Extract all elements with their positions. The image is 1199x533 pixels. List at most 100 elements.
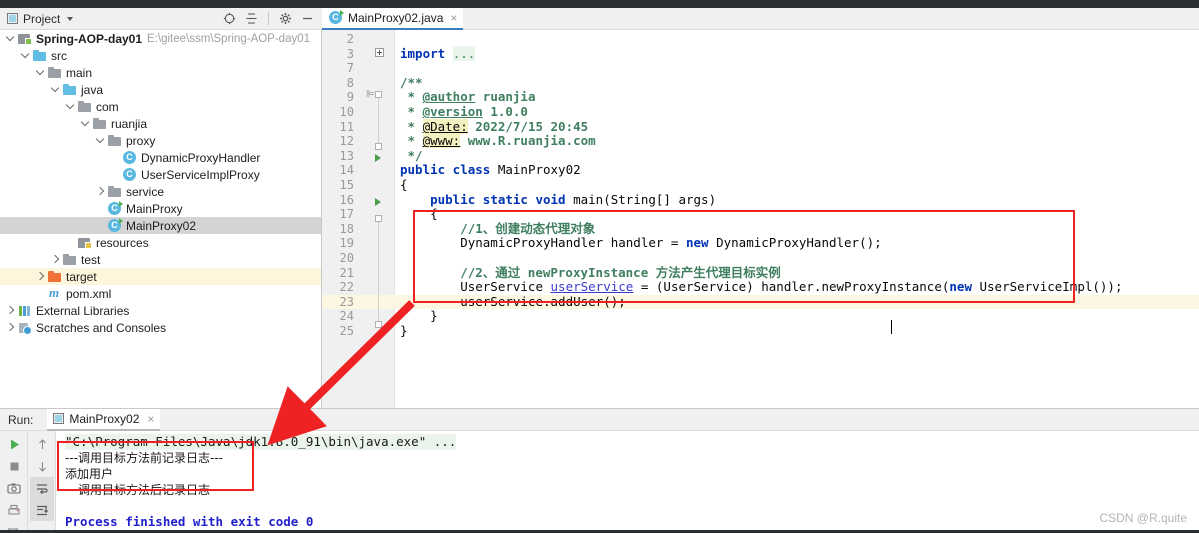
tree-node-target[interactable]: target (0, 268, 321, 285)
collapse-all-icon[interactable] (245, 12, 258, 25)
tree-node-src[interactable]: src (0, 47, 321, 64)
print-icon[interactable] (2, 499, 26, 521)
up-arrow-icon[interactable] (30, 433, 54, 455)
code-text[interactable]: //2、通过 newProxyInstance 方法产生代理目标实例 (400, 265, 781, 281)
code-text[interactable]: DynamicProxyHandler handler = new Dynami… (400, 236, 881, 251)
line-number: 7 (346, 61, 354, 76)
close-icon[interactable]: × (450, 12, 457, 24)
chevron-closed-icon[interactable] (51, 254, 62, 265)
hide-window-icon[interactable] (301, 12, 314, 25)
line-number: 12 (339, 134, 354, 149)
tree-node-dynamicproxyhandler[interactable]: DynamicProxyHandler (0, 149, 321, 166)
tree-node-service[interactable]: service (0, 183, 321, 200)
code-text[interactable]: import ... (400, 45, 476, 62)
libraries-icon (18, 304, 32, 318)
tree-node-java[interactable]: java (0, 81, 321, 98)
run-class-gutter-icon[interactable] (375, 154, 381, 162)
tree-node-spring-aop-day01[interactable]: Spring-AOP-day01 E:\gitee\ssm\Spring-AOP-… (0, 30, 321, 47)
code-token: userService (550, 279, 634, 295)
down-arrow-icon[interactable] (30, 455, 54, 477)
run-tab-mainproxy02[interactable]: MainProxy02 × (47, 408, 161, 431)
chevron-open-icon[interactable] (21, 50, 32, 61)
tree-node-pom-xml[interactable]: pom.xml (0, 285, 321, 302)
console-output[interactable]: "C:\Program Files\Java\jdk1.8.0_91\bin\j… (57, 431, 1199, 533)
scroll-to-end-icon[interactable] (30, 499, 54, 521)
run-method-gutter-icon[interactable] (375, 198, 381, 206)
locate-icon[interactable] (223, 12, 236, 25)
tree-node-label: ruanjia (111, 116, 148, 131)
chevron-closed-icon[interactable] (36, 271, 47, 282)
folder-gray-icon (63, 253, 77, 267)
chevron-open-icon[interactable] (51, 84, 62, 95)
code-token: public static void (430, 191, 574, 207)
tree-node-test[interactable]: test (0, 251, 321, 268)
code-text[interactable]: * @author ruanjia (400, 90, 536, 105)
line-number: 10 (339, 105, 354, 119)
rerun-icon[interactable] (2, 433, 26, 455)
code-text[interactable]: //1、创建动态代理对象 (400, 221, 595, 237)
tree-node-mainproxy02[interactable]: MainProxy02 (0, 217, 321, 234)
tree-node-resources[interactable]: resources (0, 234, 321, 251)
code-text[interactable]: userService.addUser(); (400, 294, 626, 310)
console-line: "C:\Program Files\Java\jdk1.8.0_91\bin\j… (65, 434, 457, 450)
chevron-closed-icon[interactable] (96, 186, 107, 197)
code-text[interactable]: public static void main(String[] args) (400, 191, 716, 208)
code-text[interactable]: public class MainProxy02 (400, 163, 581, 178)
chevron-open-icon[interactable] (81, 118, 92, 129)
code-editor[interactable]: 2 3 import ... 7 8 /** 9 * @author ruanjia 10 *… (322, 30, 1199, 408)
project-header-actions (223, 12, 322, 25)
code-text[interactable]: /** (400, 75, 423, 91)
close-icon[interactable]: × (147, 413, 154, 425)
code-token: * (400, 104, 423, 119)
tree-node-userserviceimplproxy[interactable]: UserServiceImplProxy (0, 166, 321, 183)
code-text[interactable]: } (400, 309, 438, 324)
chevron-closed-icon[interactable] (6, 305, 17, 316)
code-text[interactable]: * @version 1.0.0 (400, 104, 528, 120)
tree-node-scratches-and-consoles[interactable]: Scratches and Consoles (0, 319, 321, 336)
code-token: new (949, 279, 972, 295)
fold-method-end-icon[interactable] (375, 321, 382, 328)
code-text[interactable]: * @Date: 2022/7/15 20:45 (400, 118, 589, 135)
tree-node-proxy[interactable]: proxy (0, 132, 321, 149)
stop-icon[interactable] (2, 455, 26, 477)
editor-tab-mainproxy02[interactable]: MainProxy02.java × (322, 8, 464, 30)
code-text[interactable]: */ (400, 148, 423, 164)
tree-node-mainproxy[interactable]: MainProxy (0, 200, 321, 217)
tree-node-external-libraries[interactable]: External Libraries (0, 302, 321, 319)
idea-window: Project Spring-AOP-day01 E:\gitee\ssm\Sp… (0, 0, 1199, 533)
screenshot-icon[interactable] (2, 477, 26, 499)
project-tree[interactable]: Spring-AOP-day01 E:\gitee\ssm\Spring-AOP-… (0, 30, 322, 408)
code-text[interactable]: } (400, 323, 408, 339)
tree-node-com[interactable]: com (0, 98, 321, 115)
fold-javadoc-icon[interactable] (375, 91, 382, 98)
tree-node-main[interactable]: main (0, 64, 321, 81)
line-number: 9 (346, 90, 354, 105)
tree-node-label: External Libraries (36, 303, 130, 318)
code-text[interactable]: { (400, 206, 438, 222)
code-token: 2022/7/15 20:45 (467, 118, 589, 134)
code-token: } (400, 308, 438, 324)
soft-wrap-icon[interactable] (30, 477, 54, 499)
code-text-area[interactable]: 2 3 import ... 7 8 /** 9 * @author ruanjia 10 *… (322, 30, 1199, 408)
chevron-down-icon[interactable] (67, 16, 74, 21)
fold-expand-import-icon[interactable] (375, 48, 384, 57)
editor-tab-label: MainProxy02.java (348, 11, 444, 25)
chevron-open-icon[interactable] (6, 33, 17, 44)
chevron-open-icon[interactable] (96, 135, 107, 146)
code-text[interactable]: * @www: www.R.ruanjia.com (400, 133, 596, 149)
chevron-open-icon[interactable] (36, 67, 47, 78)
gear-icon[interactable] (279, 12, 292, 25)
code-token: { (400, 177, 408, 192)
code-text[interactable]: UserService userService = (UserService) … (400, 279, 1122, 295)
fold-javadoc-end-icon[interactable] (375, 143, 382, 150)
code-text[interactable]: { (400, 177, 408, 193)
project-title-button[interactable]: Project (0, 12, 74, 26)
chevron-open-icon[interactable] (66, 101, 77, 112)
tree-node-ruanjia[interactable]: ruanjia (0, 115, 321, 132)
chevron-closed-icon[interactable] (6, 322, 17, 333)
fold-method-icon[interactable] (375, 215, 382, 222)
